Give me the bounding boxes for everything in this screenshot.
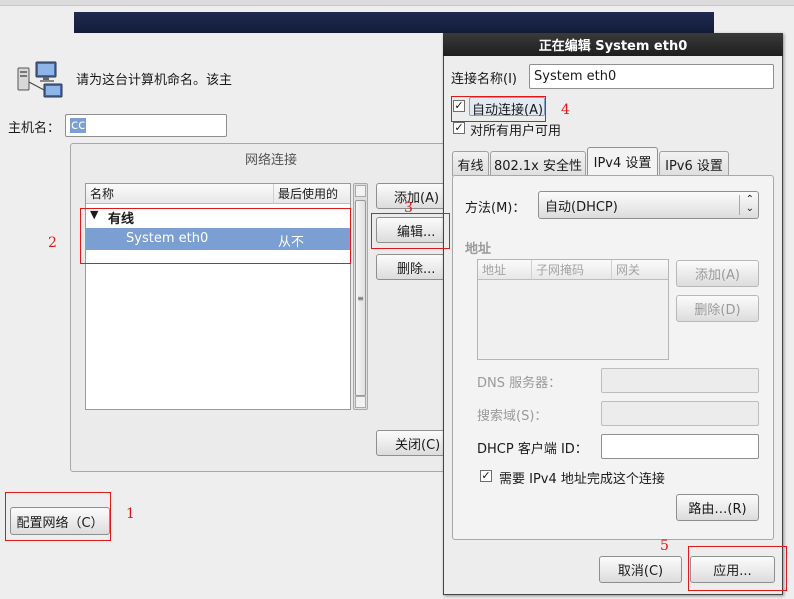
method-select[interactable]: 自动(DHCP) ⌃ ⌄	[538, 191, 759, 219]
annotation-box-3	[371, 213, 450, 249]
intro-text: 请为这台计算机命名。该主	[76, 73, 233, 88]
scroll-up-icon[interactable]	[355, 185, 366, 197]
connection-name-value: System eth0	[534, 69, 617, 84]
column-last-used[interactable]: 最后使用的	[274, 184, 350, 204]
tab-8021x-security[interactable]: 802.1x 安全性	[490, 151, 586, 176]
column-address: 地址	[478, 260, 532, 280]
annotation-box-1	[5, 492, 111, 541]
method-value: 自动(DHCP)	[545, 199, 618, 215]
dns-servers-label: DNS 服务器：	[477, 376, 562, 391]
all-users-checkbox[interactable]: ✓	[453, 122, 465, 134]
annotation-number-2: 2	[48, 235, 57, 251]
all-users-label: 对所有用户可用	[470, 124, 562, 139]
tab-ipv4-settings[interactable]: IPv4 设置	[587, 147, 658, 175]
dns-servers-input	[601, 368, 759, 393]
dialog-titlebar[interactable]: 正在编辑 System eth0	[443, 33, 783, 56]
scroll-down-icon[interactable]	[355, 396, 366, 408]
list-scrollbar[interactable]: ≡	[353, 183, 368, 410]
computer-network-icon	[14, 60, 66, 100]
dialog-title: 正在编辑 System eth0	[538, 39, 688, 54]
require-ipv4-label: 需要 IPv4 地址完成这个连接	[499, 472, 665, 487]
scroll-thumb[interactable]: ≡	[355, 200, 366, 396]
tab-ipv6-settings[interactable]: IPv6 设置	[659, 151, 729, 176]
select-arrows-icon: ⌃ ⌄	[739, 195, 754, 215]
hostname-value: cc	[70, 118, 87, 133]
header-banner	[74, 12, 714, 33]
close-button[interactable]: 关闭(C)	[376, 430, 450, 456]
address-delete-button: 删除(D)	[676, 295, 759, 322]
method-label: 方法(M)：	[465, 201, 526, 216]
address-add-button: 添加(A)	[676, 260, 759, 287]
annotation-box-2	[80, 208, 351, 264]
add-connection-button[interactable]: 添加(A)	[376, 183, 450, 209]
hostname-label: 主机名：	[8, 121, 61, 136]
annotation-number-3: 3	[404, 200, 413, 216]
network-connections-title: 网络连接	[245, 153, 298, 168]
search-domains-label: 搜索域(S)：	[477, 409, 548, 424]
require-ipv4-checkbox[interactable]: ✓	[480, 470, 492, 482]
tab-wired[interactable]: 有线	[452, 151, 489, 176]
routes-button[interactable]: 路由…(R)	[676, 494, 759, 521]
cancel-button[interactable]: 取消(C)	[599, 556, 682, 583]
annotation-box-4	[451, 96, 546, 122]
column-gateway: 网关	[612, 260, 668, 280]
annotation-number-4: 4	[561, 102, 570, 118]
column-name[interactable]: 名称	[86, 184, 274, 204]
delete-connection-button[interactable]: 删除...	[376, 254, 450, 280]
column-subnet-mask: 子网掩码	[532, 260, 612, 280]
search-domains-input	[601, 401, 759, 426]
top-strip	[0, 0, 794, 6]
dhcp-client-id-label: DHCP 客户端 ID：	[477, 442, 588, 457]
annotation-number-1: 1	[126, 506, 135, 522]
address-table: 地址 子网掩码 网关	[477, 259, 669, 360]
address-section-label: 地址	[465, 242, 492, 257]
hostname-input[interactable]: cc	[65, 114, 227, 137]
annotation-box-5	[688, 546, 787, 591]
annotation-number-5: 5	[660, 538, 669, 554]
connection-name-input[interactable]: System eth0	[529, 64, 774, 89]
connection-name-label: 连接名称(I)	[451, 72, 517, 87]
dhcp-client-id-input[interactable]	[601, 434, 759, 459]
